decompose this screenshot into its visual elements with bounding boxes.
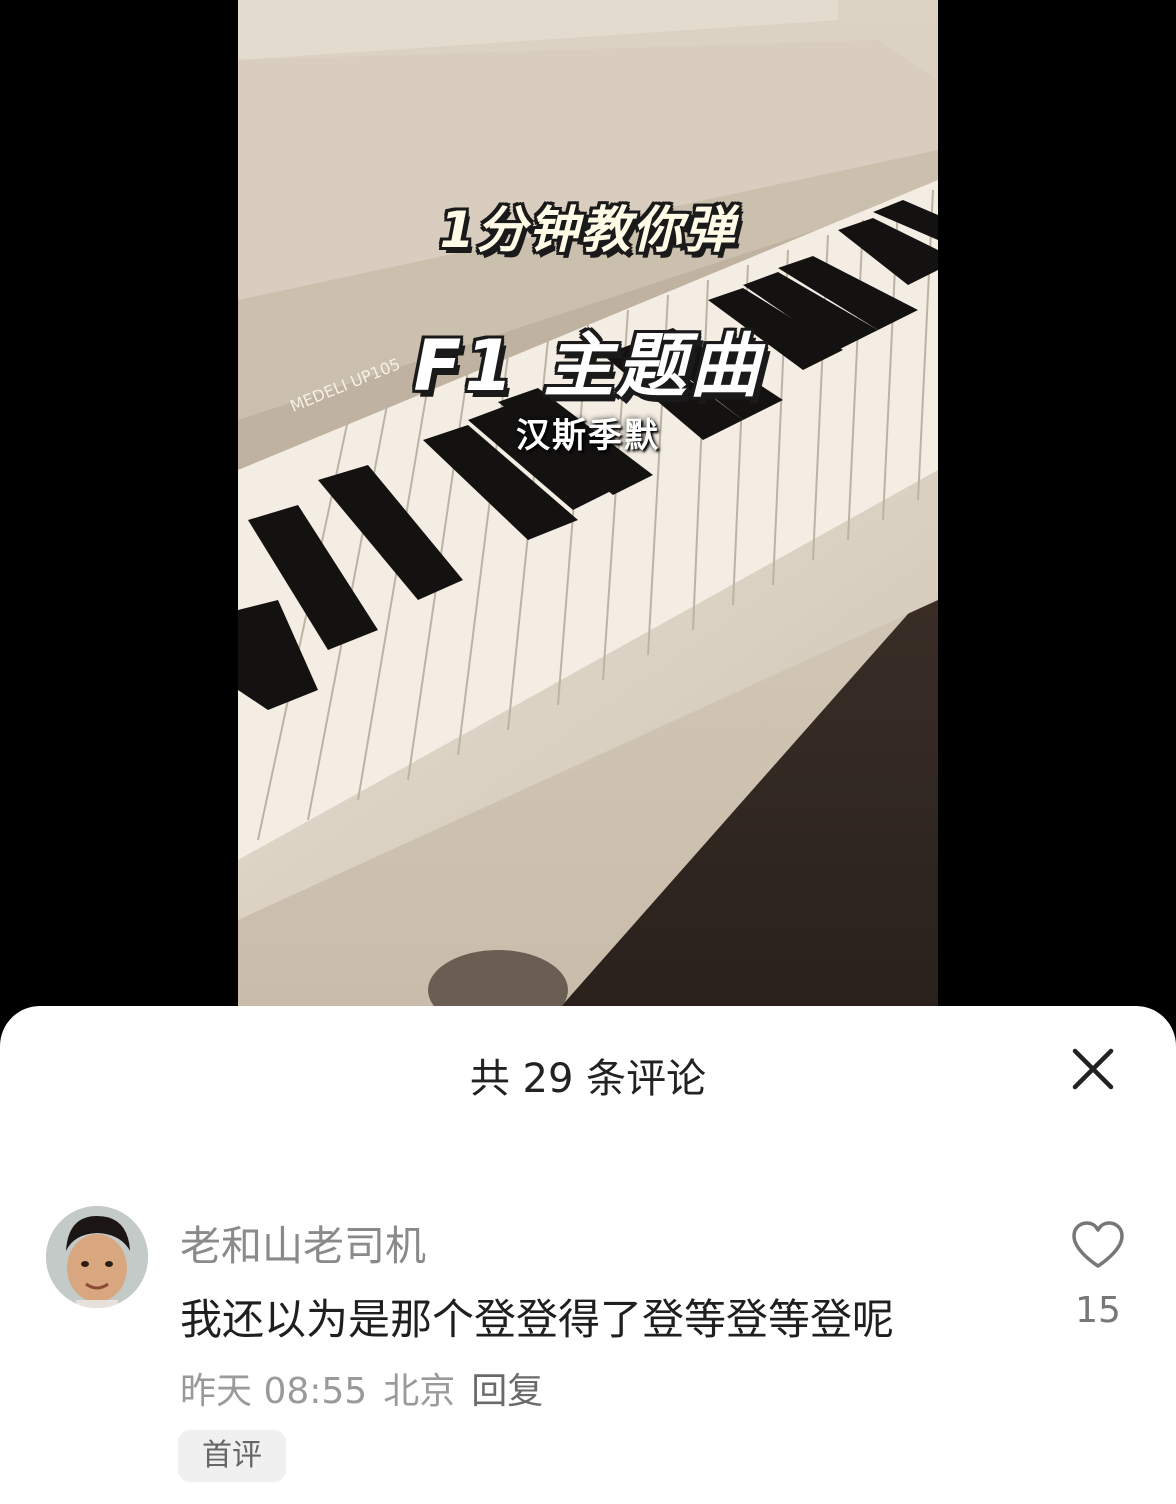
like-button[interactable]: 15 xyxy=(1070,1220,1126,1331)
reply-button[interactable]: 回复 xyxy=(471,1371,543,1412)
comment-location: 北京 xyxy=(383,1371,456,1412)
comment-meta: 昨天 08:55 北京 回复 xyxy=(180,1362,559,1414)
screen: MEDELI UP105 1分钟教你弹 F1 主题曲 汉斯季默 共 29 条评论 xyxy=(0,0,1176,1504)
comments-sheet: 共 29 条评论 老和山老司机 我还以为是那个登登得了登等登等登呢 昨天 08:… xyxy=(0,1006,1176,1504)
like-count: 15 xyxy=(1075,1290,1121,1331)
avatar[interactable] xyxy=(46,1206,148,1308)
piano-image: MEDELI UP105 xyxy=(238,0,938,1010)
first-comment-badge: 首评 xyxy=(178,1430,286,1482)
video-player[interactable]: MEDELI UP105 1分钟教你弹 F1 主题曲 汉斯季默 xyxy=(238,0,938,1010)
comment-item: 老和山老司机 我还以为是那个登登得了登等登等登呢 昨天 08:55 北京 回复 首评… xyxy=(0,1206,1176,1496)
comment-username[interactable]: 老和山老司机 xyxy=(180,1212,426,1272)
video-overlay-title-line1: 1分钟教你弹 xyxy=(439,201,737,259)
video-overlay-title-line2: F1 主题曲 xyxy=(413,325,763,407)
comment-time: 昨天 08:55 xyxy=(180,1371,368,1412)
comment-text: 我还以为是那个登登得了登等登等登呢 xyxy=(180,1295,895,1344)
avatar-image xyxy=(46,1206,148,1308)
close-icon xyxy=(1072,1048,1114,1090)
heart-icon xyxy=(1072,1221,1124,1268)
comments-count-title: 共 29 条评论 xyxy=(469,1056,707,1102)
video-overlay-composer: 汉斯季默 xyxy=(516,416,660,456)
close-button[interactable] xyxy=(1070,1046,1116,1092)
